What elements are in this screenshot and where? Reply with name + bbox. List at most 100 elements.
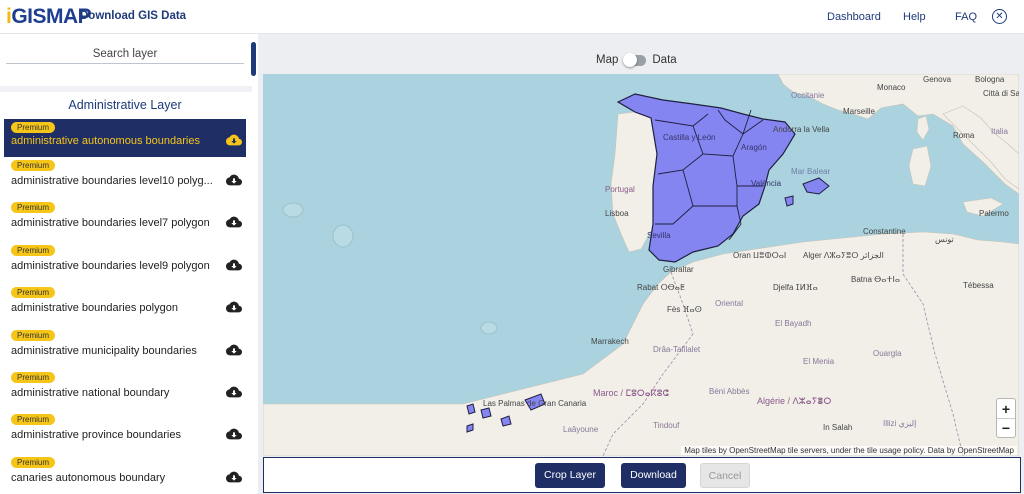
svg-text:Tindouf: Tindouf (653, 421, 680, 430)
layer-item[interactable]: Premium administrative boundaries level9 … (4, 242, 246, 284)
action-bar: Crop Layer Download Cancel (263, 457, 1021, 493)
download-button[interactable]: Download (621, 463, 686, 488)
cloud-download-icon[interactable] (226, 386, 242, 398)
svg-text:In Salah: In Salah (823, 423, 852, 432)
main-panel: Map Data Genova Monaco Bologna Occitanie… (258, 34, 1024, 494)
svg-text:Rabat ⵔⴱⴰⵟ: Rabat ⵔⴱⴰⵟ (637, 283, 685, 292)
svg-text:Portugal: Portugal (605, 185, 635, 194)
sidebar-scrollbar[interactable] (251, 42, 256, 76)
cloud-download-icon[interactable] (226, 174, 242, 186)
premium-badge: Premium (11, 160, 56, 171)
madeira-island (480, 321, 498, 335)
layer-item[interactable]: Premium administrative municipality bound… (4, 327, 246, 369)
layer-item[interactable]: Premium administrative national boundary (4, 369, 246, 411)
svg-text:Batna ⴱⴰⵜⵏⴰ: Batna ⴱⴰⵜⵏⴰ (851, 275, 900, 284)
nav-faq[interactable]: FAQ (955, 11, 977, 23)
search-wrapper (6, 44, 244, 64)
azores-island-2 (332, 224, 354, 248)
svg-text:Ouargla: Ouargla (873, 349, 902, 358)
toggle-map-label: Map (596, 54, 619, 66)
svg-text:El Menia: El Menia (803, 357, 835, 366)
svg-text:Illizi إليزي: Illizi إليزي (883, 419, 916, 428)
svg-text:Città di San Marino: Città di San Marino (983, 89, 1019, 98)
svg-text:Fès ⴼⴰⵙ: Fès ⴼⴰⵙ (667, 305, 702, 314)
map-data-toggle[interactable] (623, 52, 647, 67)
svg-text:Castilla y León: Castilla y León (663, 133, 715, 142)
zoom-in-button[interactable]: + (997, 399, 1015, 418)
layer-item[interactable]: Premium administrative autonomous boundar… (4, 119, 246, 157)
balearic-islands (802, 177, 830, 195)
canary-island-1 (466, 403, 476, 415)
cloud-download-icon[interactable] (226, 344, 242, 356)
sidebar-divider (0, 86, 252, 92)
svg-text:Roma: Roma (953, 131, 975, 140)
cloud-download-icon[interactable] (226, 428, 242, 440)
cloud-download-icon[interactable] (226, 471, 242, 483)
layer-label: administrative boundaries level9 polygon (11, 259, 210, 272)
search-layer-input[interactable] (6, 44, 244, 64)
toggle-data-label: Data (652, 54, 677, 66)
svg-text:Gibraltar: Gibraltar (663, 265, 694, 274)
layer-item[interactable]: Premium administrative boundaries level10… (4, 157, 246, 199)
cloud-download-icon[interactable] (226, 301, 242, 313)
layer-label: administrative boundaries level10 polyg.… (11, 175, 213, 187)
premium-badge: Premium (11, 244, 56, 256)
svg-text:Béni Abbès: Béni Abbès (709, 387, 749, 396)
premium-badge: Premium (11, 287, 56, 299)
zoom-out-button[interactable]: − (997, 418, 1015, 437)
svg-text:València: València (751, 179, 782, 188)
layer-item[interactable]: Premium canaries autonomous boundary (4, 454, 246, 494)
layer-label: administrative municipality boundaries (11, 344, 197, 357)
map-attribution: Map tiles by OpenStreetMap tile servers,… (681, 446, 1017, 455)
svg-text:Oran ⵡⴻⵀⵔⴰⵏ: Oran ⵡⴻⵀⵔⴰⵏ (733, 251, 786, 260)
layer-label: canaries autonomous boundary (11, 471, 166, 484)
premium-badge: Premium (11, 414, 56, 426)
map-view[interactable]: Genova Monaco Bologna Occitanie Marseill… (263, 74, 1019, 456)
layer-label: administrative national boundary (11, 386, 170, 399)
toggle-knob (623, 52, 638, 67)
svg-text:Tébessa: Tébessa (963, 281, 994, 290)
svg-text:Italia: Italia (991, 127, 1008, 136)
crop-layer-button[interactable]: Crop Layer (535, 463, 605, 488)
canary-island-5 (466, 423, 474, 433)
corsica (916, 115, 930, 141)
top-header: i GISMAP Download GIS Data Dashboard Help… (0, 0, 1024, 34)
layer-item[interactable]: Premium administrative province boundarie… (4, 411, 246, 453)
svg-text:Laâyoune: Laâyoune (563, 425, 599, 434)
cloud-download-icon[interactable] (226, 216, 242, 228)
svg-text:Oriental: Oriental (715, 299, 743, 308)
igismap-logo[interactable]: i GISMAP (6, 5, 92, 29)
zoom-control: + − (996, 398, 1016, 438)
cloud-download-icon[interactable] (226, 134, 242, 146)
cancel-button[interactable]: Cancel (700, 463, 750, 488)
svg-text:Constantine: Constantine (863, 227, 906, 236)
svg-text:Sevilla: Sevilla (647, 231, 671, 240)
svg-text:Aragón: Aragón (741, 143, 767, 152)
section-title: Administrative Layer (68, 98, 182, 112)
svg-text:Las Palmas de Gran Canaria: Las Palmas de Gran Canaria (483, 399, 587, 408)
premium-badge: Premium (11, 371, 56, 383)
layer-list: Premium administrative autonomous boundar… (4, 119, 246, 494)
svg-text:Marseille: Marseille (843, 107, 876, 116)
layer-label: administrative boundaries level7 polygon (11, 217, 210, 230)
ibiza (784, 195, 794, 207)
svg-text:El Bayadh: El Bayadh (775, 319, 811, 328)
layer-item[interactable]: Premium administrative boundaries polygon (4, 284, 246, 326)
nav-dashboard[interactable]: Dashboard (827, 11, 881, 23)
close-icon[interactable]: ✕ (992, 9, 1007, 24)
layer-label: administrative autonomous boundaries (11, 135, 200, 147)
svg-text:Andorra la Vella: Andorra la Vella (773, 125, 830, 134)
svg-text:Bologna: Bologna (975, 75, 1005, 84)
svg-text:Occitanie: Occitanie (791, 91, 825, 100)
cloud-download-icon[interactable] (226, 259, 242, 271)
layer-item[interactable]: Premium administrative boundaries level7 … (4, 199, 246, 241)
svg-text:Drâa-Tafilalet: Drâa-Tafilalet (653, 345, 701, 354)
svg-text:Monaco: Monaco (877, 83, 906, 92)
sardinia (908, 145, 932, 187)
nav-help[interactable]: Help (903, 11, 926, 23)
svg-text:Marrakech: Marrakech (591, 337, 629, 346)
azores-island-1 (282, 202, 304, 218)
svg-text:Djelfa ⵊⵍⴼⴰ: Djelfa ⵊⵍⴼⴰ (773, 283, 818, 292)
svg-text:تونس: تونس (935, 235, 954, 244)
svg-text:Algérie / ⴷⵣⴰⵢⴻⵔ: Algérie / ⴷⵣⴰⵢⴻⵔ (757, 396, 831, 406)
